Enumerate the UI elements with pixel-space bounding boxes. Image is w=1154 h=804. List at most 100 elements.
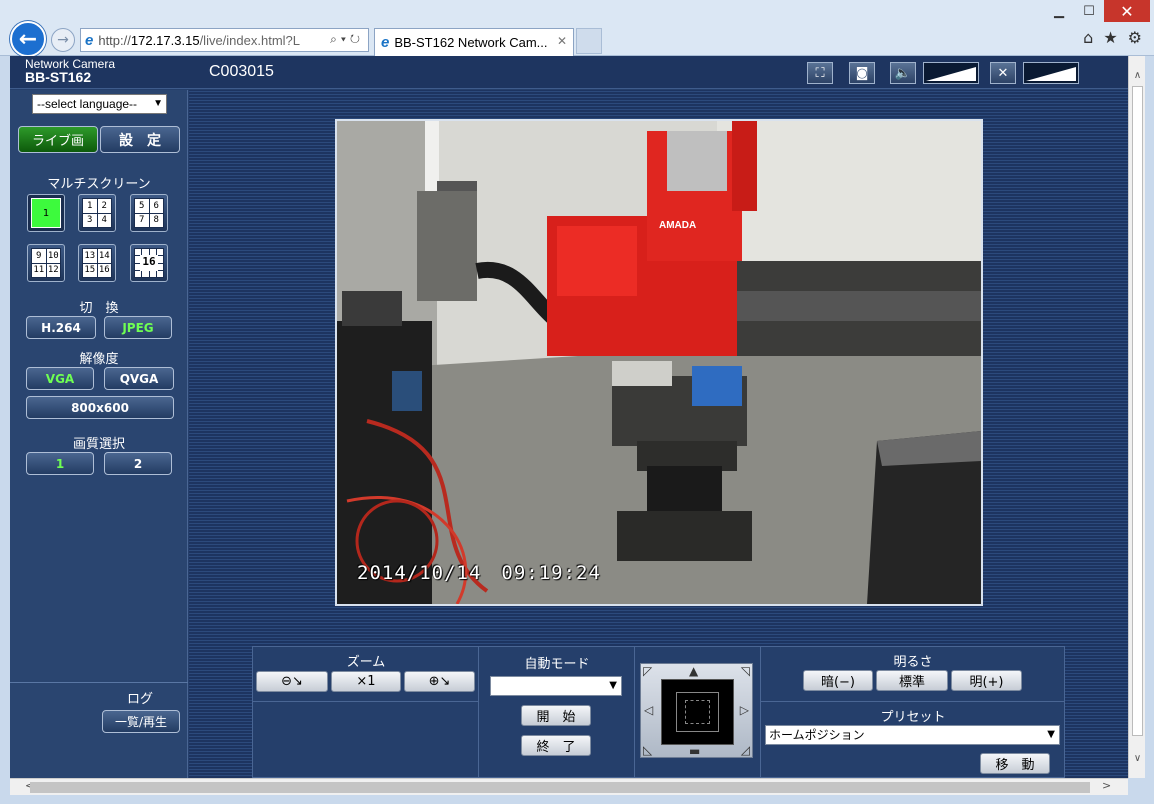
- pan-right-icon[interactable]: ▷: [740, 703, 749, 717]
- pan-tilt-center[interactable]: [661, 679, 734, 745]
- language-select[interactable]: --select language-- ▼: [32, 94, 167, 114]
- zoom-panel-lower: [253, 702, 479, 779]
- zoom-reset-button[interactable]: ×1: [331, 671, 401, 692]
- grid-cell: 10: [46, 249, 60, 263]
- auto-stop-button[interactable]: 終 了: [521, 735, 591, 756]
- multiscreen-quad-5-8-button[interactable]: 56 78: [130, 194, 168, 232]
- scroll-right-icon[interactable]: >: [1102, 779, 1111, 792]
- resolution-800x600-button[interactable]: 800x600: [26, 396, 174, 419]
- new-tab-button[interactable]: [576, 28, 602, 54]
- zoom-panel: ズーム ⊖↘ ×1 ⊕↘: [253, 647, 479, 702]
- pan-down-right-icon[interactable]: ◿: [741, 743, 750, 757]
- address-bar[interactable]: e http://172.17.3.15/live/index.html?L ⌕…: [80, 28, 369, 52]
- brightness-label: 明るさ: [893, 655, 933, 670]
- address-scheme: http://: [98, 32, 131, 48]
- grid-cell: 12: [46, 263, 60, 277]
- fullscreen-icon[interactable]: ⛶: [807, 62, 833, 84]
- page-header: Network Camera BB-ST162 C003015 ⛶ ◙ 🔈 ✕: [10, 56, 1128, 89]
- tilt-down-icon[interactable]: ▬: [689, 744, 700, 758]
- preset-move-button[interactable]: 移 動: [980, 753, 1050, 774]
- back-arrow-icon[interactable]: ←: [10, 21, 46, 57]
- tab-title: BB-ST162 Network Cam...: [394, 35, 548, 50]
- star-icon[interactable]: ★: [1103, 28, 1117, 47]
- model-name: BB-ST162: [25, 69, 92, 85]
- scroll-down-icon[interactable]: ∨: [1129, 753, 1146, 764]
- quad-grid: 56 78: [134, 198, 164, 228]
- horizontal-scroll-thumb[interactable]: [30, 782, 1090, 793]
- multiscreen-quad-9-12-button[interactable]: 9 10 11 12: [27, 244, 65, 282]
- close-button[interactable]: ✕: [1104, 0, 1150, 22]
- snapshot-camera-icon[interactable]: ◙: [849, 62, 875, 84]
- brightness-bright-button[interactable]: 明(+): [951, 670, 1022, 691]
- grid-cell: 6: [149, 199, 163, 213]
- camera-title: C003015: [209, 63, 274, 80]
- pan-up-left-icon[interactable]: ◸: [643, 664, 652, 678]
- quad-grid: 9 10 11 12: [31, 248, 61, 278]
- browser-toolbar: ⌂ ★ ⚙: [1083, 28, 1142, 47]
- pan-tilt-panel: ▲ ▬ ◁ ▷ ◸ ◹ ◺ ◿: [635, 647, 761, 779]
- resolution-vga-button[interactable]: VGA: [26, 367, 94, 390]
- zoom-label: ズーム: [346, 655, 386, 670]
- gear-icon[interactable]: ⚙: [1128, 28, 1142, 47]
- pan-up-right-icon[interactable]: ◹: [741, 664, 750, 678]
- tilt-up-icon[interactable]: ▲: [689, 664, 698, 678]
- ie-logo-icon: e: [85, 31, 94, 49]
- multiscreen-16-button[interactable]: 16: [130, 244, 168, 282]
- sixteen-grid: 16: [134, 248, 164, 278]
- settings-tab[interactable]: 設 定: [100, 126, 180, 153]
- multiscreen-quad-13-16-button[interactable]: 13 14 15 16: [78, 244, 116, 282]
- log-list-play-button[interactable]: 一覧/再生: [102, 710, 180, 733]
- minimize-button[interactable]: ▁: [1044, 0, 1074, 22]
- pan-tilt-pad[interactable]: ▲ ▬ ◁ ▷ ◸ ◹ ◺ ◿: [640, 663, 753, 758]
- pan-down-left-icon[interactable]: ◺: [643, 743, 652, 757]
- auto-start-button[interactable]: 開 始: [521, 705, 591, 726]
- grid-cell: 9: [32, 249, 46, 263]
- vertical-scroll-thumb[interactable]: [1132, 86, 1143, 736]
- multiscreen-quad-1-4-button[interactable]: 12 34: [78, 194, 116, 232]
- preset-select[interactable]: ホームポジション ▼: [765, 725, 1060, 745]
- preset-value: ホームポジション: [769, 728, 865, 742]
- zoom-out-icon[interactable]: ⊖↘: [256, 671, 328, 692]
- tab-close-icon[interactable]: ✕: [557, 34, 567, 48]
- browser-chrome: ▁ ☐ ✕ ← → e http://172.17.3.15/live/inde…: [0, 0, 1154, 57]
- speaker-volume-slider[interactable]: [923, 62, 979, 84]
- auto-mode-select[interactable]: ▼: [490, 676, 622, 696]
- live-tab[interactable]: ライブ画: [18, 126, 98, 153]
- control-panel: ズーム ⊖↘ ×1 ⊕↘ 自動モード ▼ 開 始 終 了 ▲ ▬ ◁ ▷ ◸ ◹…: [252, 646, 1065, 779]
- camera-video-feed[interactable]: AMADA 2014/10/14 09:19:24: [335, 119, 983, 606]
- resolution-qvga-button[interactable]: QVGA: [104, 367, 174, 390]
- grid-cell: 3: [83, 213, 97, 227]
- address-path: /live/index.html?L: [199, 32, 301, 48]
- language-select-value: --select language--: [37, 97, 138, 111]
- home-icon[interactable]: ⌂: [1083, 28, 1093, 47]
- codec-jpeg-button[interactable]: JPEG: [104, 316, 172, 339]
- search-refresh-icon[interactable]: ⌕▾↻: [330, 32, 364, 47]
- brightness-standard-button[interactable]: 標準: [876, 670, 948, 691]
- codec-h264-button[interactable]: H.264: [26, 316, 96, 339]
- quality-2-button[interactable]: 2: [104, 452, 172, 475]
- preset-label: プリセット: [880, 710, 946, 725]
- browser-tab[interactable]: e BB-ST162 Network Cam... ✕: [374, 28, 574, 56]
- brightness-dark-button[interactable]: 暗(−): [803, 670, 873, 691]
- grid-cell: 15: [83, 263, 97, 277]
- log-label: ログ: [126, 692, 153, 707]
- chevron-down-icon: ▼: [1047, 729, 1055, 740]
- vertical-scrollbar[interactable]: ∧ ∨: [1128, 56, 1145, 778]
- grid-cell: 16: [97, 263, 111, 277]
- quad-grid: 13 14 15 16: [82, 248, 112, 278]
- scroll-up-icon[interactable]: ∧: [1129, 70, 1146, 81]
- camera-scene-image: AMADA: [337, 121, 981, 604]
- quality-1-button[interactable]: 1: [26, 452, 94, 475]
- grid-cell: 7: [135, 213, 149, 227]
- speaker-icon[interactable]: 🔈: [890, 62, 916, 84]
- zoom-in-icon[interactable]: ⊕↘: [404, 671, 475, 692]
- pan-left-icon[interactable]: ◁: [644, 703, 653, 717]
- multiscreen-single-button[interactable]: 1: [27, 194, 65, 232]
- microphone-mute-icon[interactable]: ✕: [990, 62, 1016, 84]
- horizontal-scrollbar[interactable]: < >: [10, 778, 1128, 795]
- forward-arrow-icon[interactable]: →: [51, 28, 75, 52]
- grid-cell: 4: [97, 213, 111, 227]
- microphone-volume-slider[interactable]: [1023, 62, 1079, 84]
- grid-cell: 8: [149, 213, 163, 227]
- maximize-button[interactable]: ☐: [1074, 0, 1104, 22]
